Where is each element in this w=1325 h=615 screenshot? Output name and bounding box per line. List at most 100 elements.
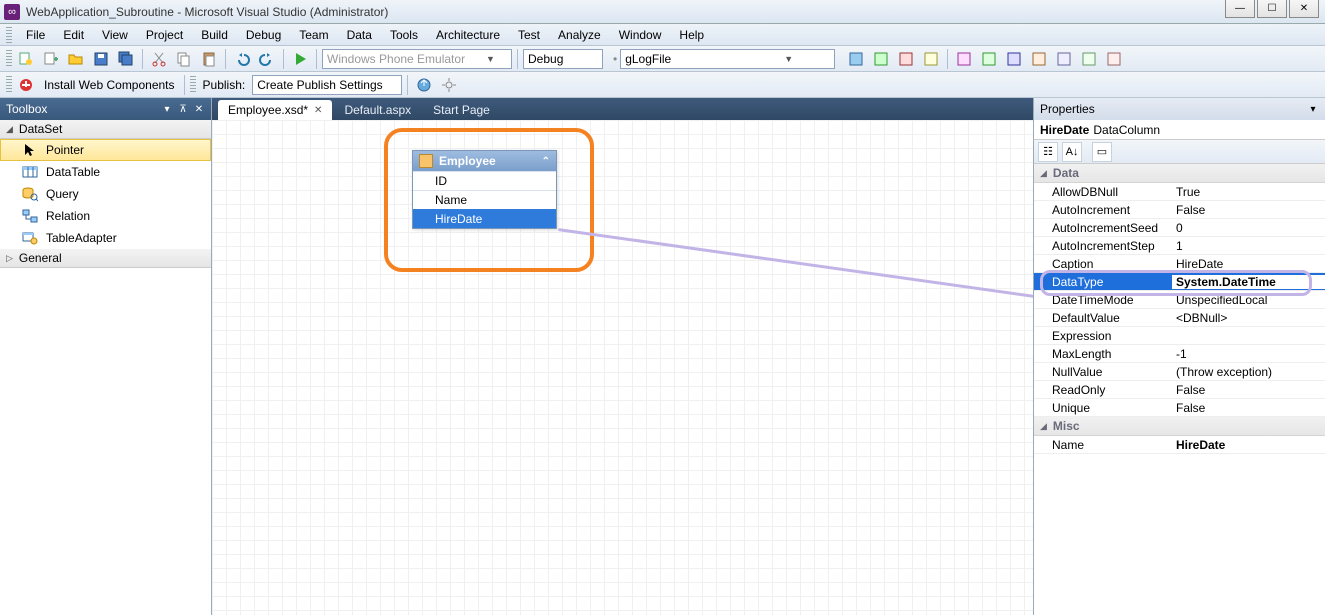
tab-start-page[interactable]: Start Page bbox=[423, 100, 500, 120]
prop-autoincrementseed[interactable]: AutoIncrementSeed0 bbox=[1034, 219, 1325, 237]
toolbox-item-pointer[interactable]: Pointer bbox=[0, 139, 211, 161]
menu-build[interactable]: Build bbox=[193, 26, 236, 44]
properties-object[interactable]: HireDate DataColumn bbox=[1034, 120, 1325, 140]
design-surface[interactable]: Employee ⌃ ID Name HireDate bbox=[212, 120, 1033, 615]
new-project-button[interactable] bbox=[15, 48, 37, 70]
entity-column-id[interactable]: ID bbox=[413, 171, 556, 190]
toolbar-icon[interactable] bbox=[920, 48, 942, 70]
alphabetical-button[interactable]: A↓ bbox=[1062, 142, 1082, 162]
prop-caption[interactable]: CaptionHireDate bbox=[1034, 255, 1325, 273]
toolbox-item-datatable[interactable]: DataTable bbox=[0, 161, 211, 183]
tab-employee-xsd[interactable]: Employee.xsd* ✕ bbox=[218, 100, 332, 120]
menu-window[interactable]: Window bbox=[611, 26, 670, 44]
menu-view[interactable]: View bbox=[94, 26, 136, 44]
install-web-icon bbox=[15, 74, 37, 96]
properties-header[interactable]: Properties ▾ bbox=[1034, 98, 1325, 120]
prop-name[interactable]: NameHireDate bbox=[1034, 436, 1325, 454]
toolbar-icon[interactable] bbox=[1028, 48, 1050, 70]
menu-edit[interactable]: Edit bbox=[55, 26, 92, 44]
property-pages-button[interactable]: ▭ bbox=[1092, 142, 1112, 162]
find-combo[interactable]: ▼ bbox=[620, 49, 835, 69]
add-item-button[interactable] bbox=[40, 48, 62, 70]
entity-header[interactable]: Employee ⌃ bbox=[413, 151, 556, 171]
save-button[interactable] bbox=[90, 48, 112, 70]
publish-combo[interactable]: ▼ bbox=[252, 75, 402, 95]
start-debug-button[interactable] bbox=[289, 48, 311, 70]
settings-button[interactable] bbox=[438, 74, 460, 96]
toolbox-group-general[interactable]: ▷ General bbox=[0, 249, 211, 268]
menu-help[interactable]: Help bbox=[671, 26, 712, 44]
prop-datatype[interactable]: DataTypeSystem.DateTime bbox=[1034, 273, 1325, 291]
maximize-button[interactable]: ☐ bbox=[1257, 0, 1287, 18]
toolbar-icon[interactable] bbox=[1103, 48, 1125, 70]
collapse-icon[interactable]: ⌃ bbox=[542, 156, 550, 167]
relation-icon bbox=[22, 208, 38, 224]
menu-test[interactable]: Test bbox=[510, 26, 548, 44]
toolbox-item-relation[interactable]: Relation bbox=[0, 205, 211, 227]
prop-autoincrementstep[interactable]: AutoIncrementStep1 bbox=[1034, 237, 1325, 255]
prop-nullvalue[interactable]: NullValue(Throw exception) bbox=[1034, 363, 1325, 381]
menu-architecture[interactable]: Architecture bbox=[428, 26, 508, 44]
category-data[interactable]: ◢Data bbox=[1034, 164, 1325, 183]
config-combo[interactable]: ▼ bbox=[523, 49, 603, 69]
prop-unique[interactable]: UniqueFalse bbox=[1034, 399, 1325, 417]
prop-readonly[interactable]: ReadOnlyFalse bbox=[1034, 381, 1325, 399]
properties-title: Properties bbox=[1040, 102, 1095, 116]
install-web-button[interactable]: Install Web Components bbox=[40, 78, 179, 92]
close-icon[interactable]: ✕ bbox=[193, 103, 205, 115]
category-label: Data bbox=[1053, 166, 1079, 180]
tab-default-aspx[interactable]: Default.aspx bbox=[334, 100, 421, 120]
save-all-button[interactable] bbox=[115, 48, 137, 70]
prop-allowdbnull[interactable]: AllowDBNullTrue bbox=[1034, 183, 1325, 201]
toolbar-icon[interactable] bbox=[895, 48, 917, 70]
copy-button[interactable] bbox=[173, 48, 195, 70]
close-icon[interactable]: ✕ bbox=[314, 105, 322, 116]
toolbox-item-label: DataTable bbox=[46, 165, 100, 179]
toolbar-icon[interactable] bbox=[953, 48, 975, 70]
categorized-button[interactable]: ☷ bbox=[1038, 142, 1058, 162]
toolbar-icon[interactable] bbox=[1053, 48, 1075, 70]
emulator-combo[interactable]: ▼ bbox=[322, 49, 512, 69]
menu-team[interactable]: Team bbox=[291, 26, 336, 44]
minimize-button[interactable]: — bbox=[1225, 0, 1255, 18]
menu-analyze[interactable]: Analyze bbox=[550, 26, 609, 44]
toolbar-icon[interactable] bbox=[870, 48, 892, 70]
expand-icon: ◢ bbox=[6, 124, 13, 135]
close-button[interactable]: ✕ bbox=[1289, 0, 1319, 18]
find-value[interactable] bbox=[625, 51, 780, 67]
cut-button[interactable] bbox=[148, 48, 170, 70]
toolbox-item-query[interactable]: Query bbox=[0, 183, 211, 205]
category-misc[interactable]: ◢Misc bbox=[1034, 417, 1325, 436]
toolbox-group-dataset[interactable]: ◢ DataSet bbox=[0, 120, 211, 139]
menu-file[interactable]: File bbox=[18, 26, 53, 44]
entity-employee[interactable]: Employee ⌃ ID Name HireDate bbox=[412, 150, 557, 229]
pin-icon[interactable]: ⊼ bbox=[177, 103, 189, 115]
chevron-down-icon[interactable]: ▾ bbox=[1307, 103, 1319, 115]
menu-tools[interactable]: Tools bbox=[382, 26, 426, 44]
prop-datetimemode[interactable]: DateTimeModeUnspecifiedLocal bbox=[1034, 291, 1325, 309]
toolbar-icon[interactable] bbox=[1078, 48, 1100, 70]
toolbar-icon[interactable] bbox=[978, 48, 1000, 70]
open-button[interactable] bbox=[65, 48, 87, 70]
paste-button[interactable] bbox=[198, 48, 220, 70]
prop-object-name: HireDate bbox=[1040, 123, 1089, 137]
publish-button[interactable] bbox=[413, 74, 435, 96]
chevron-down-icon[interactable]: ▾ bbox=[161, 103, 173, 115]
column-label: HireDate bbox=[435, 212, 482, 226]
toolbox-item-tableadapter[interactable]: TableAdapter bbox=[0, 227, 211, 249]
prop-defaultvalue[interactable]: DefaultValue<DBNull> bbox=[1034, 309, 1325, 327]
menu-debug[interactable]: Debug bbox=[238, 26, 289, 44]
redo-button[interactable] bbox=[256, 48, 278, 70]
prop-maxlength[interactable]: MaxLength-1 bbox=[1034, 345, 1325, 363]
prop-expression[interactable]: Expression bbox=[1034, 327, 1325, 345]
entity-column-hiredate[interactable]: HireDate bbox=[413, 209, 556, 228]
entity-column-name[interactable]: Name bbox=[413, 190, 556, 209]
toolbar-icon[interactable] bbox=[1003, 48, 1025, 70]
menu-project[interactable]: Project bbox=[138, 26, 191, 44]
toolbox-header[interactable]: Toolbox ▾ ⊼ ✕ bbox=[0, 98, 211, 120]
undo-button[interactable] bbox=[231, 48, 253, 70]
prop-autoincrement[interactable]: AutoIncrementFalse bbox=[1034, 201, 1325, 219]
web-toolbar: Install Web Components Publish: ▼ bbox=[0, 72, 1325, 98]
menu-data[interactable]: Data bbox=[339, 26, 380, 44]
toolbar-icon[interactable] bbox=[845, 48, 867, 70]
